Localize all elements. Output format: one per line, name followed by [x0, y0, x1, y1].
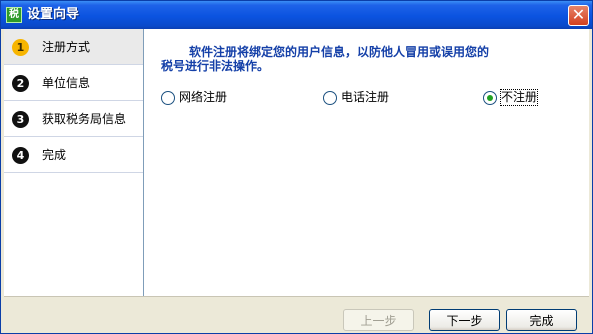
- main-panel: 软件注册将绑定您的用户信息，以防他人冒用或误用您的 税号进行非法操作。 网络注册…: [144, 29, 589, 296]
- radio-circle[interactable]: [161, 91, 175, 105]
- setup-wizard-window: 税 设置向导 ✕ 1 注册方式 2 单位信息 3 获取税务局信息 4 完成 软件…: [0, 0, 593, 334]
- step-number-badge: 2: [12, 75, 29, 92]
- step-number-badge: 1: [12, 39, 29, 56]
- step-label: 单位信息: [42, 76, 91, 90]
- step-tax-bureau-info: 3 获取税务局信息: [4, 101, 143, 137]
- radio-circle[interactable]: [323, 91, 337, 105]
- step-company-info: 2 单位信息: [4, 65, 143, 101]
- step-number-badge: 3: [12, 111, 29, 128]
- finish-button[interactable]: 完成: [506, 309, 577, 331]
- step-registration-method: 1 注册方式: [4, 29, 143, 65]
- step-finish: 4 完成: [4, 137, 143, 173]
- step-label: 获取税务局信息: [42, 112, 127, 126]
- step-number-badge: 4: [12, 147, 29, 164]
- radio-label[interactable]: 网络注册: [179, 90, 227, 105]
- radio-label[interactable]: 电话注册: [341, 90, 389, 105]
- step-label: 注册方式: [42, 40, 91, 54]
- previous-step-button[interactable]: 上一步: [343, 309, 414, 331]
- registration-notice: 软件注册将绑定您的用户信息，以防他人冒用或误用您的 税号进行非法操作。: [161, 45, 571, 73]
- close-icon[interactable]: ✕: [568, 5, 589, 26]
- app-icon: 税: [6, 7, 22, 23]
- radio-selected-dot: [487, 95, 493, 101]
- step-label: 完成: [42, 148, 67, 162]
- notice-line-1: 软件注册将绑定您的用户信息，以防他人冒用或误用您的: [189, 45, 490, 59]
- steps-sidebar: 1 注册方式 2 单位信息 3 获取税务局信息 4 完成: [4, 29, 144, 296]
- title-bar[interactable]: 税 设置向导 ✕: [1, 1, 592, 29]
- next-step-button[interactable]: 下一步: [429, 309, 500, 331]
- notice-line-2: 税号进行非法操作。: [161, 59, 270, 73]
- button-bar: 上一步 下一步 完成: [4, 296, 589, 332]
- window-title: 设置向导: [27, 7, 80, 22]
- radio-circle-selected[interactable]: [483, 91, 497, 105]
- wizard-content: 1 注册方式 2 单位信息 3 获取税务局信息 4 完成 软件注册将绑定您的用户…: [4, 29, 589, 296]
- radio-label[interactable]: 不注册: [499, 89, 539, 106]
